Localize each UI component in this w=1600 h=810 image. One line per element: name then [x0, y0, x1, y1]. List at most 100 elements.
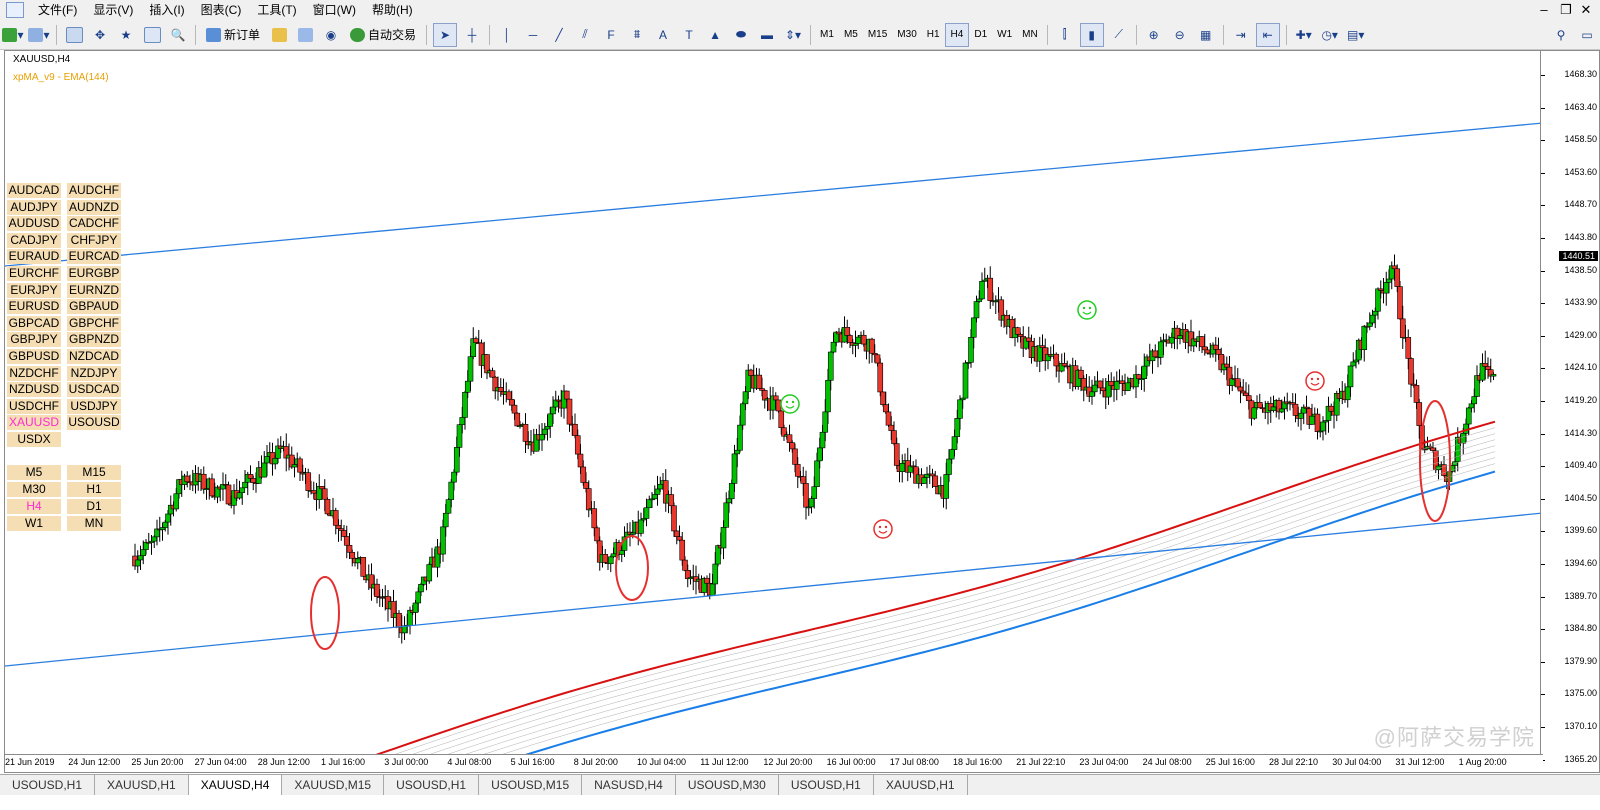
panel-timeframe-button[interactable]: D1: [67, 499, 121, 514]
symbol-button[interactable]: NZDCAD: [67, 349, 121, 364]
crosshair-icon[interactable]: ┼: [461, 24, 483, 46]
chart-tab[interactable]: USOUSD,H1: [0, 775, 96, 795]
chart-shift-icon[interactable]: ⇥: [1230, 24, 1252, 46]
symbol-button[interactable]: USOUSD: [67, 415, 121, 431]
symbol-button[interactable]: CADJPY: [7, 232, 61, 248]
menu-item[interactable]: 工具(T): [249, 0, 304, 20]
price-plot[interactable]: [5, 51, 1543, 756]
signals-icon[interactable]: [294, 24, 316, 46]
zoom-out-icon[interactable]: ⊖: [1169, 24, 1191, 46]
triangle-icon[interactable]: ▲: [704, 24, 726, 46]
symbol-button[interactable]: GBPCAD: [7, 315, 61, 331]
bar-chart-icon[interactable]: ⫿: [1054, 24, 1076, 46]
symbol-button[interactable]: USDCAD: [67, 382, 121, 398]
zoom-in-icon[interactable]: ⊕: [1143, 24, 1165, 46]
terminal-icon[interactable]: [141, 24, 163, 46]
chart-tab[interactable]: USOUSD,H1: [779, 775, 874, 795]
fibonacci-icon[interactable]: F: [600, 24, 622, 46]
periods-icon[interactable]: ◷▾: [1319, 24, 1341, 46]
symbol-button[interactable]: USDX: [7, 432, 61, 447]
menu-item[interactable]: 插入(I): [141, 0, 192, 20]
chart-tab[interactable]: USOUSD,H1: [384, 775, 480, 795]
tile-windows-icon[interactable]: ▦: [1195, 24, 1217, 46]
symbol-button[interactable]: AUDNZD: [67, 199, 121, 215]
metaeditor-icon[interactable]: [268, 24, 290, 46]
menu-item[interactable]: 图表(C): [193, 0, 250, 20]
panel-timeframe-button[interactable]: H1: [67, 482, 121, 497]
symbol-button[interactable]: AUDCHF: [67, 183, 121, 198]
strategy-tester-icon[interactable]: 🔍: [167, 24, 189, 46]
time-axis[interactable]: 21 Jun 2019 24 Jun 12:00 25 Jun 20:00 27 Ju…: [5, 754, 1543, 772]
symbol-button[interactable]: EURAUD: [7, 249, 61, 265]
chart-tab[interactable]: USOUSD,M15: [479, 775, 583, 795]
chart-tab[interactable]: XAUUSD,H1: [95, 775, 189, 795]
timeframe-m15-button[interactable]: M15: [863, 24, 892, 46]
text-label-icon[interactable]: T: [678, 24, 700, 46]
symbol-button[interactable]: GBPAUD: [67, 299, 121, 315]
timeframe-m5-button[interactable]: M5: [839, 24, 863, 46]
arrows-icon[interactable]: ⇕▾: [782, 24, 804, 46]
timeframe-m30-button[interactable]: M30: [892, 24, 921, 46]
timeframe-d1-button[interactable]: D1: [969, 24, 992, 46]
symbol-button[interactable]: EURCHF: [7, 266, 61, 281]
symbol-button[interactable]: EURGBP: [67, 266, 121, 281]
menu-item[interactable]: 帮助(H): [364, 0, 421, 20]
panel-timeframe-button[interactable]: MN: [67, 516, 121, 531]
symbol-button[interactable]: GBPUSD: [7, 349, 61, 364]
rectangle-icon[interactable]: ▬: [756, 24, 778, 46]
candlestick-icon[interactable]: ▮: [1079, 22, 1104, 47]
menu-item[interactable]: 显示(V): [85, 0, 141, 20]
chart-tab[interactable]: USOUSD,M30: [676, 775, 779, 795]
symbol-button[interactable]: XAUUSD: [7, 415, 61, 431]
minimize-icon[interactable]: –: [1534, 2, 1554, 17]
new-order-button[interactable]: 新订单: [202, 24, 264, 46]
symbol-button[interactable]: USDCHF: [7, 398, 61, 414]
symbol-button[interactable]: AUDJPY: [7, 199, 61, 215]
symbol-button[interactable]: GBPCHF: [67, 315, 121, 331]
symbol-button[interactable]: USDJPY: [67, 398, 121, 414]
menu-item[interactable]: 文件(F): [30, 0, 85, 20]
text-icon[interactable]: A: [652, 24, 674, 46]
chat-icon[interactable]: ▭: [1576, 24, 1598, 46]
auto-scroll-icon[interactable]: ⇤: [1255, 22, 1280, 47]
market-watch-icon[interactable]: [63, 24, 85, 46]
panel-timeframe-button[interactable]: M15: [67, 465, 121, 480]
chart-tab[interactable]: NASUSD,H4: [582, 775, 676, 795]
symbol-button[interactable]: EURNZD: [67, 282, 121, 298]
price-axis[interactable]: 1468.30 1463.40 1458.50 1453.60 1448.70 1443.…: [1540, 51, 1599, 772]
auto-trading-button[interactable]: 自动交易: [346, 24, 420, 46]
broadcast-icon[interactable]: ◉: [320, 24, 342, 46]
close-icon[interactable]: ✕: [1576, 2, 1596, 18]
restore-icon[interactable]: ❐: [1556, 2, 1576, 18]
trendline-icon[interactable]: ╱: [548, 24, 570, 46]
panel-timeframe-button[interactable]: H4: [7, 499, 61, 514]
symbol-button[interactable]: GBPJPY: [7, 332, 61, 348]
vertical-line-icon[interactable]: │: [496, 24, 518, 46]
search-icon[interactable]: ⚲: [1550, 24, 1572, 46]
timeframe-h4-button[interactable]: H4: [944, 22, 970, 47]
symbol-button[interactable]: NZDCHF: [7, 365, 61, 381]
symbol-button[interactable]: NZDJPY: [67, 365, 121, 381]
navigator-icon[interactable]: ★: [115, 24, 137, 46]
chart-window[interactable]: XAUUSD,H4 xpMA_v9 - EMA(144) AUDCAD AUDCH…: [4, 50, 1600, 773]
menu-item[interactable]: 窗口(W): [305, 0, 364, 20]
symbol-button[interactable]: EURCAD: [67, 249, 121, 265]
cursor-icon[interactable]: ➤: [433, 22, 458, 47]
symbol-button[interactable]: NZDUSD: [7, 382, 61, 398]
panel-timeframe-button[interactable]: W1: [7, 516, 61, 531]
symbol-button[interactable]: GBPNZD: [67, 332, 121, 348]
line-chart-icon[interactable]: ⟋: [1108, 24, 1130, 46]
chart-tab[interactable]: XAUUSD,M15: [282, 775, 385, 795]
templates-icon[interactable]: ▤▾: [1345, 24, 1367, 46]
timeframe-mn-button[interactable]: MN: [1017, 24, 1043, 46]
chart-tab[interactable]: XAUUSD,H1: [874, 775, 968, 795]
equidistant-channel-icon[interactable]: ⫽: [574, 24, 596, 46]
chart-tab[interactable]: XAUUSD,H4: [188, 775, 283, 795]
new-chart-button[interactable]: ▾: [2, 24, 24, 46]
symbol-button[interactable]: EURUSD: [7, 299, 61, 315]
symbol-button[interactable]: AUDCAD: [7, 183, 61, 198]
timeframe-w1-button[interactable]: W1: [992, 24, 1017, 46]
horizontal-line-icon[interactable]: ─: [522, 24, 544, 46]
indicators-icon[interactable]: ✚▾: [1293, 24, 1315, 46]
timeframe-m1-button[interactable]: M1: [815, 24, 839, 46]
